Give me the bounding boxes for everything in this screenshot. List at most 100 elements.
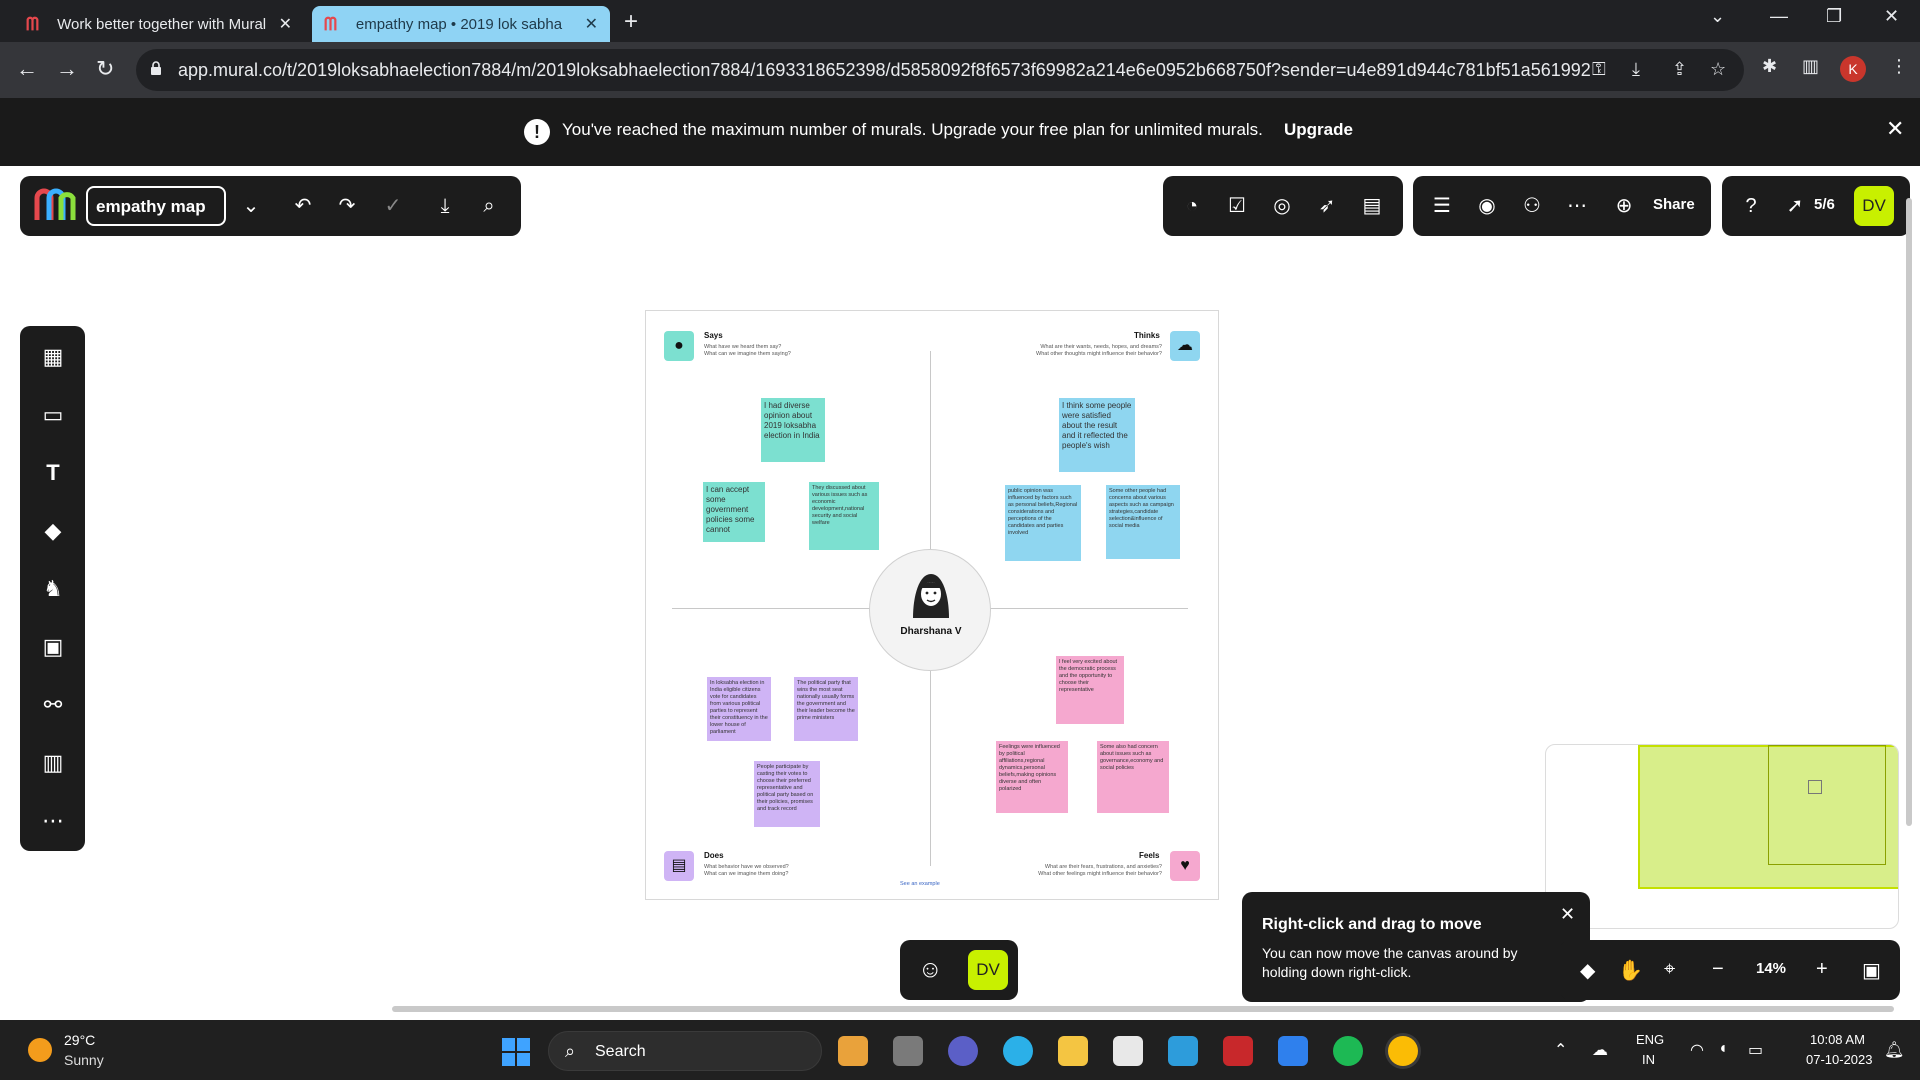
windows-start-icon[interactable] [502,1038,530,1066]
battery-icon[interactable]: ▭ [1748,1040,1763,1060]
templates-icon[interactable]: ▦ [40,344,66,370]
sticky-note[interactable]: I think some people were satisfied about… [1059,398,1135,472]
more-options-icon[interactable]: ⋯ [1566,195,1588,217]
export-download-icon[interactable]: ⤓ [434,195,456,217]
tab-empathy-map[interactable]: ᗰ empathy map • 2019 lok sabha ✕ [312,6,610,42]
onedrive-cloud-icon[interactable]: ☁ [1592,1040,1608,1060]
volume-icon[interactable]: ◖ [1718,1040,1728,1058]
task-view-icon[interactable] [893,1036,923,1066]
sun-weather-icon[interactable] [28,1038,52,1062]
toolbox-icon[interactable]: ▤ [1361,195,1383,217]
share-page-icon[interactable]: ⇪ [1672,59,1687,80]
sticky-note[interactable]: I can accept some government policies so… [703,482,765,542]
spotify-icon[interactable] [1333,1036,1363,1066]
voting-icon[interactable]: ☑ [1226,195,1248,217]
sticky-note[interactable]: They discussed about various issues such… [809,482,879,550]
sticky-note[interactable]: Some other people had concerns about var… [1106,485,1180,559]
private-mode-icon[interactable]: ◎ [1271,195,1293,217]
sticky-note[interactable]: Some also had concern about issues such … [1097,741,1169,813]
shapes-icon[interactable]: ◆ [40,518,66,544]
clock-date[interactable]: 07-10-2023 [1806,1052,1873,1067]
help-icon[interactable]: ? [1740,195,1762,217]
zoom-level[interactable]: 14% [1756,960,1786,977]
tab-close-icon[interactable]: ✕ [585,14,598,34]
sticky-note[interactable]: In loksabha election in India eligible c… [707,677,771,741]
new-tab-button[interactable]: + [624,8,638,36]
show-hidden-icons[interactable]: ⌃ [1554,1040,1567,1060]
notification-bell-icon[interactable]: 🔔︎ [1884,1040,1904,1060]
banner-close-icon[interactable]: ✕ [1886,116,1904,142]
table-icon[interactable]: ▥ [40,750,66,776]
diagram-icon[interactable]: ⚯ [40,692,66,718]
side-panel-icon[interactable]: ▥ [1802,56,1819,77]
sticky-note[interactable]: public opinion was influenced by factors… [1005,485,1081,561]
file-explorer-icon[interactable] [1058,1036,1088,1066]
share-person-icon[interactable]: ⊕ [1613,195,1635,217]
sticky-note[interactable]: I had diverse opinion about 2019 loksabh… [761,398,825,462]
edge-icon[interactable] [1003,1036,1033,1066]
restore-button[interactable]: ❐ [1826,6,1842,27]
fit-screen-icon[interactable]: ▣ [1862,958,1881,983]
mural-title-input[interactable]: empathy map [86,186,226,226]
forward-button[interactable]: → [56,56,78,82]
install-app-icon[interactable]: ⤓ [1632,59,1640,80]
tab-close-icon[interactable]: ✕ [279,14,292,34]
url-omnibox[interactable]: app.mural.co/t/2019loksabhaelection7884/… [136,49,1744,91]
clock-time[interactable]: 10:08 AM [1810,1032,1865,1047]
mcafee-icon[interactable] [1223,1036,1253,1066]
horizontal-scrollbar[interactable] [392,1006,1894,1012]
bookmark-star-icon[interactable]: ☆ [1710,59,1726,80]
sticky-note[interactable]: I feel very excited about the democratic… [1056,656,1124,724]
cursor-mode-icon[interactable]: ◆ [1580,958,1595,983]
minimap-viewport[interactable] [1768,745,1886,865]
search-icon[interactable]: ⌕ [478,195,500,217]
sticky-note[interactable]: Feelings were influenced by political af… [996,741,1068,813]
see-example-link[interactable]: See an example [900,881,940,887]
rocket-icon[interactable]: ➚ [1784,195,1806,217]
undo-icon[interactable]: ↶ [292,195,314,217]
myhp-icon[interactable] [1278,1036,1308,1066]
tip-close-icon[interactable]: ✕ [1560,904,1575,925]
empathy-map-board[interactable]: ● Says What have we heard them say? What… [645,310,1219,900]
microsoft-store-icon[interactable] [1113,1036,1143,1066]
app-icon[interactable] [1168,1036,1198,1066]
language-in[interactable]: IN [1642,1052,1655,1067]
image-icon[interactable]: ▣ [40,634,66,660]
persona-circle[interactable]: Dharshana V [869,549,991,671]
presenter-avatar[interactable]: DV [968,950,1008,990]
share-button[interactable]: Share [1653,196,1695,213]
minimap[interactable] [1545,744,1899,929]
redo-icon[interactable]: ↷ [336,195,358,217]
member-count[interactable]: 5/6 [1814,196,1835,213]
zoom-out-icon[interactable]: − [1712,958,1724,981]
tab-mural-home[interactable]: ᗰ Work better together with Mural ✕ [14,6,304,42]
chevron-down-icon[interactable]: ⌄ [240,195,262,217]
more-tools-icon[interactable]: ⋯ [40,808,66,834]
chrome-menu-icon[interactable]: ⋮ [1890,56,1908,77]
teams-icon[interactable] [948,1036,978,1066]
zoom-in-icon[interactable]: + [1816,958,1828,981]
key-icon[interactable]: ⚿ [1592,59,1606,80]
taskbar-search[interactable]: ⌕ Search [548,1031,822,1071]
timer-icon[interactable]: ◔ [1181,195,1203,217]
icons-llama-icon[interactable]: ♞ [40,576,66,602]
reload-button[interactable]: ↻ [96,56,114,82]
minimize-button[interactable]: — [1770,6,1788,27]
comments-icon[interactable]: ◉ [1476,195,1498,217]
laser-pointer-icon[interactable]: ➶ [1316,195,1338,217]
chrome-icon[interactable] [1388,1036,1418,1066]
user-avatar[interactable]: DV [1854,186,1894,226]
outline-icon[interactable]: ☰ [1431,195,1453,217]
map-view-icon[interactable]: ⌖ [1664,958,1675,981]
sticky-note-icon[interactable]: ▭ [40,402,66,428]
sticky-note[interactable]: People participate by casting their vote… [754,761,820,827]
vertical-scrollbar[interactable] [1906,198,1912,826]
app-icon[interactable] [838,1036,868,1066]
close-window-button[interactable]: ✕ [1884,6,1899,27]
sticky-note[interactable]: The political party that wins the most s… [794,677,858,741]
mural-logo-icon[interactable] [34,188,76,222]
profile-avatar[interactable]: K [1840,56,1866,82]
text-icon[interactable]: T [40,460,66,486]
wifi-icon[interactable]: ◠ [1690,1040,1704,1060]
back-button[interactable]: ← [16,56,38,82]
